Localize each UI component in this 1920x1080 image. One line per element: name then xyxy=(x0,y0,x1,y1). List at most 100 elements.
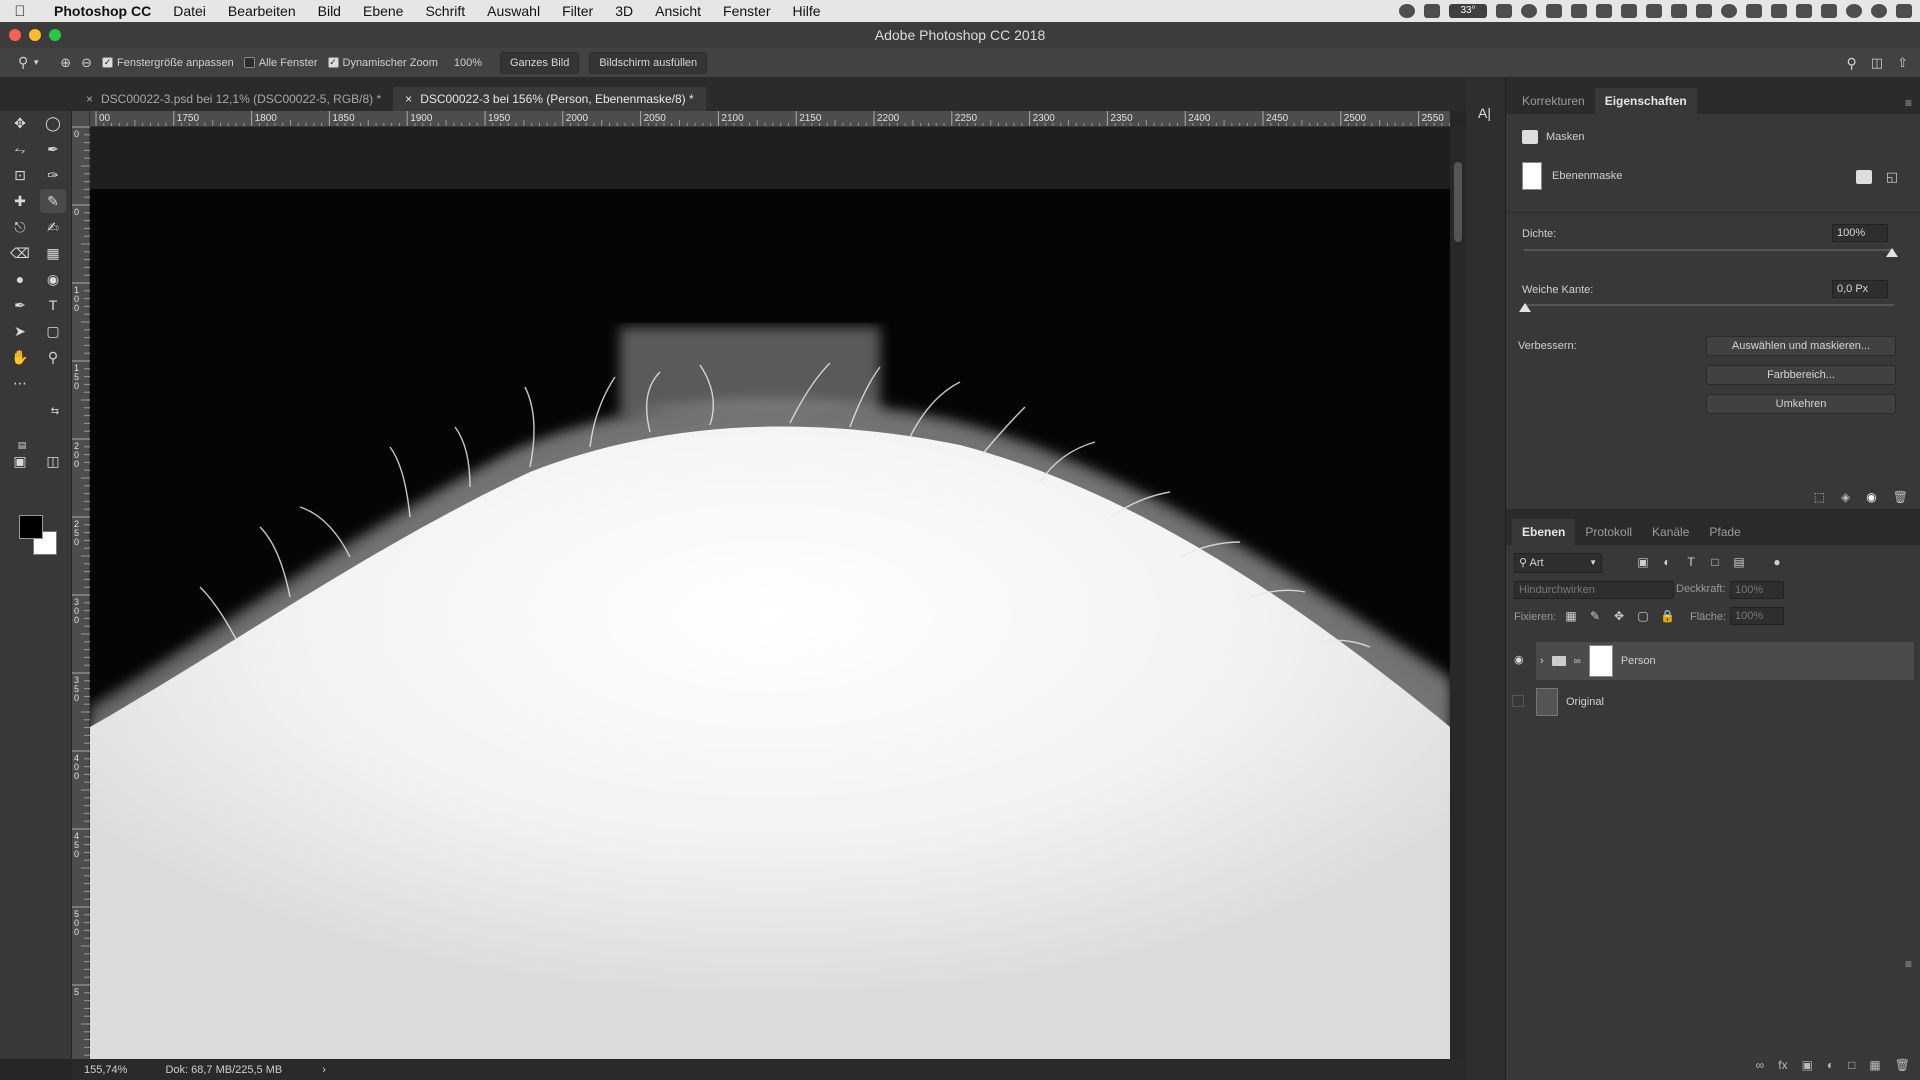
tab-korrekturen[interactable]: Korrekturen xyxy=(1512,88,1595,114)
chevron-right-icon[interactable]: › xyxy=(1540,655,1544,667)
tab-eigenschaften[interactable]: Eigenschaften xyxy=(1594,88,1697,114)
cloud-icon[interactable] xyxy=(1521,4,1537,18)
ruler-vertical[interactable]: 001001502002503003504004505005 xyxy=(72,111,90,1059)
path-selection-icon[interactable]: ➤ xyxy=(7,319,33,343)
fx-icon[interactable]: fx xyxy=(1778,1058,1787,1072)
lock-all-icon[interactable]: 🔒 xyxy=(1660,609,1675,623)
eyedropper-icon[interactable]: ✑ xyxy=(40,163,66,187)
invert-button[interactable]: Umkehren xyxy=(1706,394,1896,414)
backup-icon[interactable] xyxy=(1621,4,1637,18)
apple-icon[interactable]:  xyxy=(0,3,40,20)
menu-bild[interactable]: Bild xyxy=(307,3,352,19)
apply-mask-icon[interactable]: ◈ xyxy=(1841,490,1850,504)
minimize-window-button[interactable] xyxy=(29,29,41,41)
siri-icon[interactable] xyxy=(1871,4,1887,18)
link-layers-icon[interactable]: ∞ xyxy=(1756,1058,1765,1072)
layer-row-person[interactable]: ◉ › ∞ Person xyxy=(1514,642,1914,680)
panel-menu-icon[interactable]: ≡ xyxy=(1905,96,1912,110)
crop-tool-icon[interactable]: ⊡ xyxy=(7,163,33,187)
tab-protokoll[interactable]: Protokoll xyxy=(1575,519,1642,545)
vertical-scrollbar[interactable] xyxy=(1450,127,1466,1059)
zoom-tool-preset[interactable]: ⚲ ▼ xyxy=(18,54,40,71)
quick-mask-icon[interactable]: ▣ xyxy=(7,449,33,473)
color-range-button[interactable]: Farbbereich... xyxy=(1706,365,1896,385)
temperature-badge[interactable]: 33° xyxy=(1449,4,1487,18)
feather-slider-thumb[interactable] xyxy=(1519,303,1531,312)
dropbox-icon[interactable] xyxy=(1571,4,1587,18)
whole-image-button[interactable]: Ganzes Bild xyxy=(500,51,580,74)
search-icon[interactable] xyxy=(1846,4,1862,18)
disk-icon[interactable] xyxy=(1646,4,1662,18)
zoom-level-field[interactable]: 155,74% xyxy=(84,1064,127,1076)
eraser-icon[interactable]: ⌫ xyxy=(7,241,33,265)
scrollbar-thumb[interactable] xyxy=(1454,162,1462,242)
eye-icon[interactable]: ◉ xyxy=(1514,653,1524,666)
zoom-tool-icon[interactable]: ⚲ xyxy=(40,345,66,369)
pen-tool-icon[interactable]: ✒ xyxy=(7,293,33,317)
layer-row-original[interactable]: Original xyxy=(1512,683,1914,721)
menu-hilfe[interactable]: Hilfe xyxy=(782,3,832,19)
zoom-percentage-button[interactable]: 100% xyxy=(454,57,482,69)
tab-ebenen[interactable]: Ebenen xyxy=(1512,519,1576,545)
creative-cloud-icon[interactable] xyxy=(1546,4,1562,18)
record-icon[interactable] xyxy=(1399,4,1415,18)
fill-screen-button[interactable]: Bildschirm ausfüllen xyxy=(589,51,708,74)
healing-brush-icon[interactable]: ✚ xyxy=(7,189,33,213)
clone-stamp-icon[interactable]: ⎋ xyxy=(7,215,33,239)
tab-kanaele[interactable]: Kanäle xyxy=(1642,519,1699,545)
adjustment-layer-icon[interactable]: ◐ xyxy=(1827,1058,1834,1072)
lock-pixels-icon[interactable]: ✎ xyxy=(1588,609,1602,623)
document-canvas[interactable] xyxy=(90,127,1450,1059)
quick-selection-icon[interactable]: ✒ xyxy=(40,137,66,161)
density-field[interactable]: 100% xyxy=(1832,224,1888,242)
feather-slider-track[interactable] xyxy=(1524,304,1894,306)
menu-schrift[interactable]: Schrift xyxy=(414,3,476,19)
messages-icon[interactable] xyxy=(1671,4,1687,18)
tab-document-1[interactable]: × DSC00022-3.psd bei 12,1% (DSC00022-5, … xyxy=(74,87,393,111)
density-slider-track[interactable] xyxy=(1524,249,1894,251)
history-brush-icon[interactable]: ✍ xyxy=(40,215,66,239)
adjustment-filter-icon[interactable]: ◐ xyxy=(1660,555,1674,569)
zoom-out-button[interactable]: ⊖ xyxy=(81,55,92,71)
layer-mask-thumbnail[interactable] xyxy=(1588,645,1613,677)
tab-document-2[interactable]: × DSC00022-3 bei 156% (Person, Ebenenmas… xyxy=(393,87,706,111)
menu-ansicht[interactable]: Ansicht xyxy=(644,3,712,19)
screen-mode-icon[interactable]: ◫ xyxy=(40,449,66,473)
menu-fenster[interactable]: Fenster xyxy=(712,3,781,19)
app-status-icon[interactable] xyxy=(1424,4,1440,18)
notification-center-icon[interactable] xyxy=(1896,4,1912,18)
smart-object-filter-icon[interactable]: ▤ xyxy=(1732,555,1746,569)
layer-filter-select[interactable]: ⚲ Art ▼ xyxy=(1514,553,1602,573)
close-window-button[interactable] xyxy=(9,29,21,41)
workspace-icon[interactable]: ◫ xyxy=(1871,55,1883,72)
chevron-right-icon[interactable]: › xyxy=(322,1064,326,1076)
swap-colors-icon[interactable]: ⇆ xyxy=(42,399,68,423)
eye-icon[interactable]: ◉ xyxy=(1866,490,1876,504)
blend-mode-select[interactable]: Hindurchwirken xyxy=(1514,581,1674,599)
foreground-color-swatch[interactable] xyxy=(19,515,43,539)
menu-bearbeiten[interactable]: Bearbeiten xyxy=(217,3,307,19)
load-selection-icon[interactable]: ⬚ xyxy=(1814,490,1825,504)
dodge-tool-icon[interactable]: ◉ xyxy=(40,267,66,291)
menu-app-name[interactable]: Photoshop CC xyxy=(40,3,162,19)
more-tools-icon[interactable]: ⋯ xyxy=(7,371,33,395)
pixel-mask-icon[interactable] xyxy=(1856,170,1872,184)
bluetooth-icon[interactable] xyxy=(1746,4,1762,18)
smart-object-thumbnail[interactable] xyxy=(1536,688,1558,716)
menu-datei[interactable]: Datei xyxy=(162,3,217,19)
lock-position-icon[interactable]: ✥ xyxy=(1612,609,1626,623)
battery-icon[interactable] xyxy=(1821,4,1837,18)
hand-tool-icon[interactable]: ✋ xyxy=(7,345,33,369)
lock-artboard-icon[interactable]: ▢ xyxy=(1636,609,1650,623)
checkbox-unchecked[interactable] xyxy=(243,57,255,68)
elliptical-marquee-icon[interactable]: ◯ xyxy=(40,111,66,135)
shape-filter-icon[interactable]: □ xyxy=(1708,555,1722,569)
trash-icon[interactable]: 🗑 xyxy=(1895,1058,1910,1072)
chain-link-icon[interactable]: ∞ xyxy=(1574,656,1581,667)
menu-filter[interactable]: Filter xyxy=(551,3,604,19)
blur-tool-icon[interactable]: ● xyxy=(7,267,33,291)
lasso-tool-icon[interactable]: ⥊ xyxy=(7,137,33,161)
menu-ebene[interactable]: Ebene xyxy=(352,3,414,19)
type-filter-icon[interactable]: T xyxy=(1684,555,1698,569)
zoom-window-button[interactable] xyxy=(49,29,61,41)
